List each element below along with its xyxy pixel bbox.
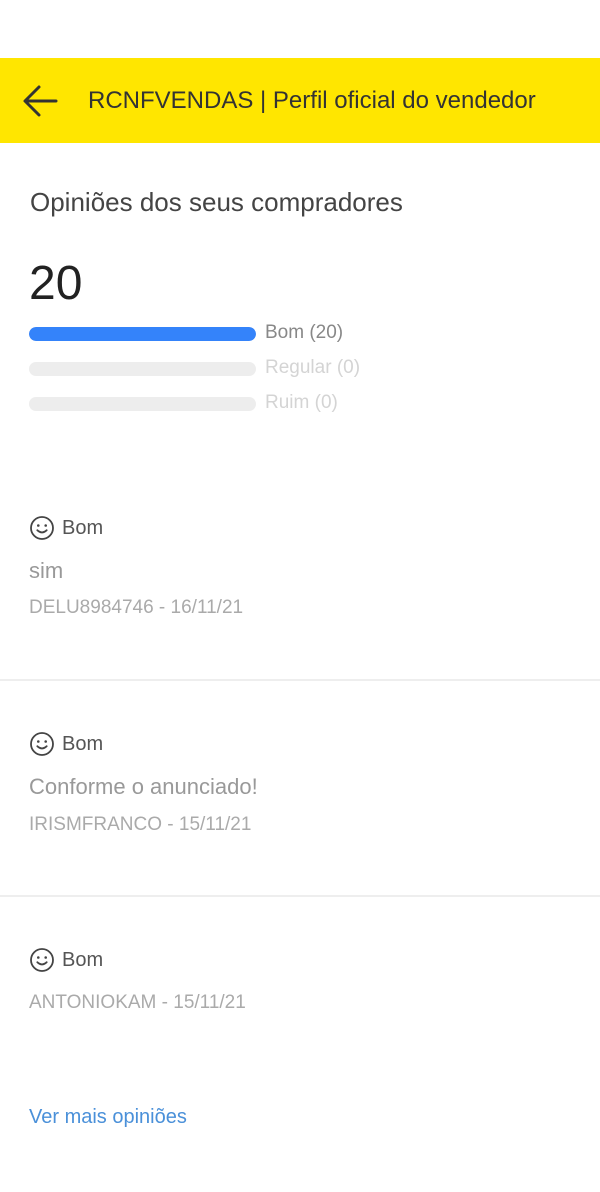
rating-bar-bad: Ruim (0)	[29, 390, 589, 416]
rating-bar-good: Bom (20)	[29, 320, 589, 346]
rating-bar-regular: Regular (0)	[29, 355, 589, 381]
arrow-left-icon	[23, 85, 58, 117]
review-comment: sim	[29, 558, 64, 583]
smiley-face-icon	[30, 516, 54, 540]
rating-bar-track	[29, 327, 256, 341]
total-reviews-count: 20	[29, 257, 83, 310]
review-rating-label: Bom	[62, 517, 104, 539]
review-author-date: ANTONIOKAM - 15/11/21	[29, 992, 246, 1013]
review-rating-label: Bom	[62, 949, 104, 971]
rating-bar-track	[29, 362, 256, 376]
review-comment: Conforme o anunciado!	[29, 774, 258, 799]
rating-bar-track	[29, 397, 256, 411]
top-header-bar: RCNFVENDAS | Perfil oficial do vendedor	[0, 58, 600, 143]
rating-bar-label: Regular (0)	[265, 357, 361, 378]
review-divider	[0, 679, 600, 681]
rating-bar-fill	[29, 327, 256, 341]
smiley-face-icon	[30, 732, 54, 756]
review-rating: Bom	[29, 514, 103, 542]
review-author-date: DELU8984746 - 16/11/21	[29, 597, 244, 618]
review-rating-label: Bom	[62, 733, 104, 755]
review-rating: Bom	[29, 730, 103, 758]
review-divider	[0, 895, 600, 897]
smiley-face-icon	[30, 948, 54, 972]
see-more-reviews-link[interactable]: Ver mais opiniões	[29, 1103, 187, 1131]
review-rating: Bom	[29, 946, 103, 974]
review-author-date: IRISMFRANCO - 15/11/21	[29, 814, 252, 835]
rating-bar-label: Bom (20)	[265, 322, 344, 343]
rating-bar-label: Ruim (0)	[265, 392, 338, 413]
seller-profile-title: RCNFVENDAS | Perfil oficial do vendedor	[88, 87, 536, 114]
reviews-section-title: Opiniões dos seus compradores	[30, 187, 403, 217]
back-button[interactable]	[22, 84, 58, 118]
